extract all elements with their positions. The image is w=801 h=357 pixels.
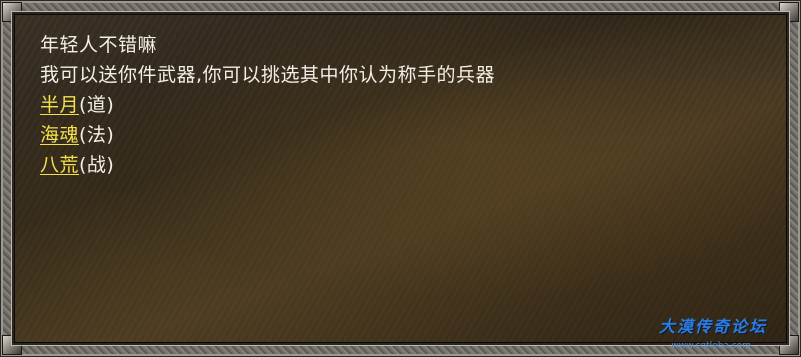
weapon-option-link[interactable]: 半月 bbox=[40, 94, 79, 116]
weapon-option-link[interactable]: 八荒 bbox=[40, 154, 79, 176]
dialog-line-greeting: 年轻人不错嘛 bbox=[40, 34, 158, 56]
dialog-line-offer: 我可以送你件武器,你可以挑选其中你认为称手的兵器 bbox=[40, 64, 496, 86]
weapon-option-row: 八荒(战) bbox=[40, 150, 495, 180]
weapon-option-link[interactable]: 海魂 bbox=[40, 124, 79, 146]
npc-dialog: 年轻人不错嘛 我可以送你件武器,你可以挑选其中你认为称手的兵器 半月(道) 海魂… bbox=[0, 0, 801, 357]
forum-watermark-url: www.cqtleba.com bbox=[671, 341, 751, 351]
weapon-class-label: (道) bbox=[79, 94, 115, 116]
weapon-class-label: (战) bbox=[79, 154, 115, 176]
weapon-option-row: 半月(道) bbox=[40, 90, 495, 120]
forum-watermark: 大漠传奇论坛 bbox=[658, 317, 767, 336]
dialog-text: 年轻人不错嘛 我可以送你件武器,你可以挑选其中你认为称手的兵器 半月(道) 海魂… bbox=[40, 30, 495, 180]
weapon-class-label: (法) bbox=[79, 124, 115, 146]
weapon-option-row: 海魂(法) bbox=[40, 120, 495, 150]
